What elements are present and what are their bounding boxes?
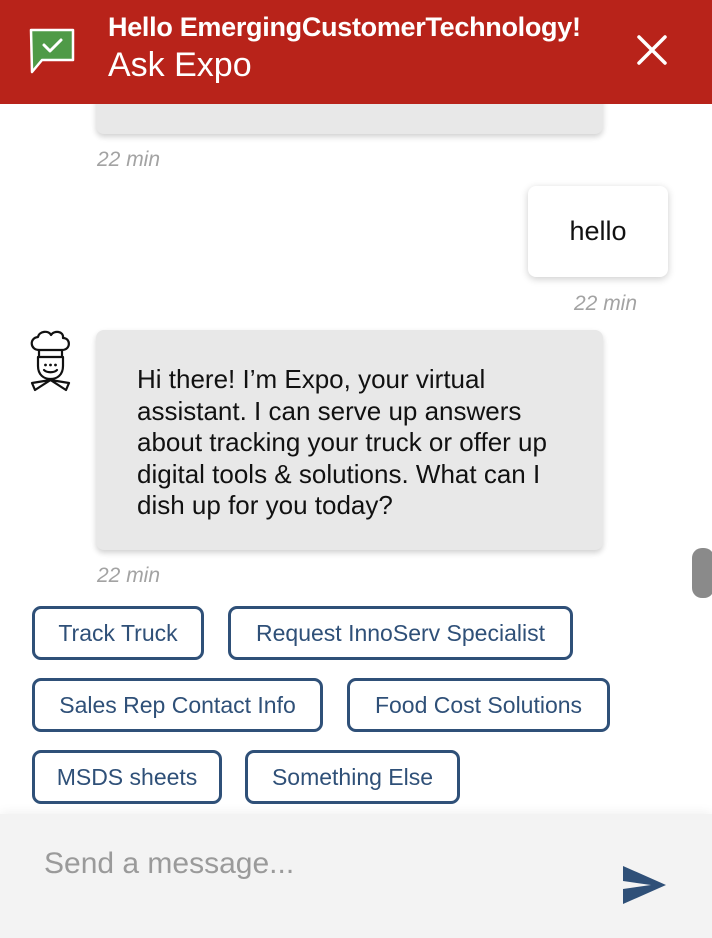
message-timestamp: 22 min	[97, 148, 161, 171]
header-greeting: Hello EmergingCustomerTechnology!	[108, 12, 581, 42]
bot-message: Hi there! I’m Expo, your virtual assista…	[96, 330, 603, 550]
send-icon[interactable]	[620, 864, 668, 906]
message-timestamp: 22 min	[574, 292, 638, 315]
user-message-text: hello	[569, 216, 627, 246]
quick-reply-msds-sheets[interactable]: MSDS sheets	[32, 750, 222, 804]
chef-avatar-icon	[30, 330, 71, 392]
chat-transcript[interactable]: 22 min hello 22 min Hi there! I’m Expo, …	[0, 104, 712, 814]
quick-reply-something-else[interactable]: Something Else	[245, 750, 460, 804]
quick-reply-food-cost-solutions[interactable]: Food Cost Solutions	[347, 678, 610, 732]
scrollbar-thumb[interactable]	[692, 548, 712, 598]
close-icon[interactable]	[630, 28, 674, 72]
header-title: Ask Expo	[108, 46, 252, 84]
previous-bot-message	[96, 104, 603, 134]
chat-check-icon	[29, 28, 75, 74]
message-timestamp: 22 min	[97, 564, 161, 587]
user-message: hello	[528, 186, 668, 277]
chat-header: Hello EmergingCustomerTechnology! Ask Ex…	[0, 0, 712, 104]
quick-reply-track-truck[interactable]: Track Truck	[32, 606, 204, 660]
message-composer	[0, 814, 712, 938]
bot-message-text: Hi there! I’m Expo, your virtual assista…	[137, 364, 547, 520]
quick-reply-request-innoserv-specialist[interactable]: Request InnoServ Specialist	[228, 606, 573, 660]
quick-reply-sales-rep-contact-info[interactable]: Sales Rep Contact Info	[32, 678, 323, 732]
message-input[interactable]	[0, 814, 600, 938]
